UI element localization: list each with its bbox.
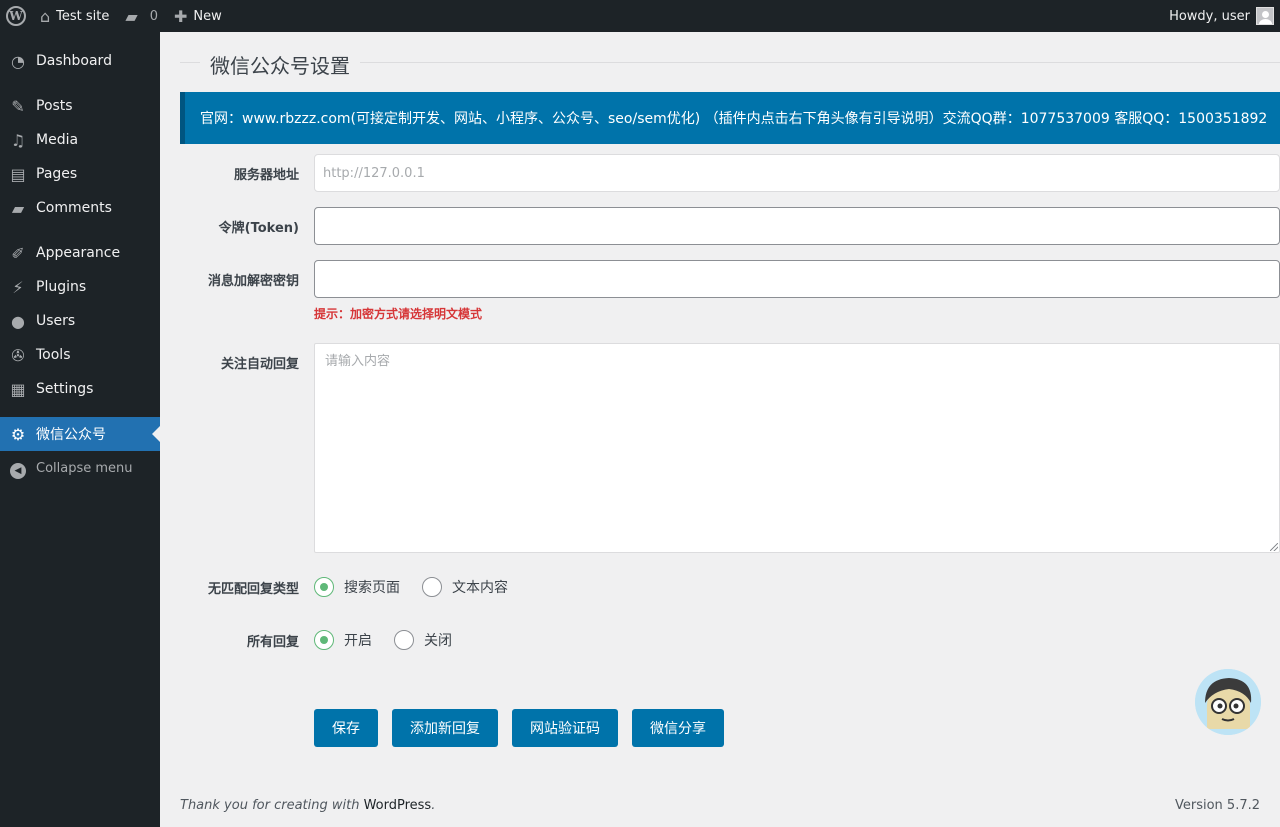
wordpress-logo-button[interactable]: W (0, 0, 32, 32)
collapse-arrow-icon: ◀ (8, 458, 28, 479)
pin-icon: ✎ (11, 96, 25, 116)
sidebar-item-tools[interactable]: ✇ Tools (0, 338, 160, 372)
radio-dot (314, 630, 334, 650)
sidebar-item-plugins[interactable]: ⚡ Plugins (0, 270, 160, 304)
token-label: 令牌(Token) (218, 221, 299, 236)
sidebar-item-label: Comments (36, 200, 112, 216)
radio-dot (422, 577, 442, 597)
sidebar-item-label: Users (36, 313, 76, 329)
sidebar-item-comments[interactable]: ▰ Comments (0, 191, 160, 225)
sidebar-item-label: Plugins (36, 279, 87, 295)
new-label: New (193, 8, 222, 24)
pages-icon: ▤ (10, 164, 26, 184)
footer-version: Version 5.7.2 (1174, 798, 1260, 813)
sidebar-item-appearance[interactable]: ✐ Appearance (0, 236, 160, 270)
plus-icon: ✚ (173, 6, 188, 26)
encryption-hint: 提示：加密方式请选择明文模式 (314, 307, 483, 321)
radio-label: 搜索页面 (344, 580, 400, 596)
brush-icon: ✐ (11, 243, 25, 263)
all-reply-group: 开启 关闭 (314, 630, 474, 650)
footer-period: . (431, 798, 436, 813)
server-address-label: 服务器地址 (233, 168, 299, 183)
comment-icon: ▰ (11, 198, 25, 218)
new-content-link[interactable]: ✚ New (166, 0, 230, 32)
wordpress-link[interactable]: WordPress (364, 798, 432, 813)
user-icon: ● (11, 311, 25, 331)
radio-label: 关闭 (424, 633, 452, 649)
info-notice: 官网：www.rbzzz.com(可接定制开发、网站、小程序、公众号、seo/s… (180, 92, 1280, 144)
aes-key-label: 消息加解密密钥 (207, 274, 299, 289)
comments-link[interactable]: ▰ 0 (117, 0, 166, 32)
sidebar-item-label: Tools (36, 347, 71, 363)
site-name-link[interactable]: ⌂ Test site (32, 0, 117, 32)
helper-avatar-button[interactable] (1195, 669, 1261, 735)
radio-disable[interactable]: 关闭 (394, 630, 452, 650)
wechat-share-button[interactable]: 微信分享 (632, 709, 724, 747)
sidebar-item-label: Dashboard (36, 53, 112, 69)
resize-handle[interactable] (1270, 543, 1278, 551)
comment-bubble-icon: ▰ (125, 6, 138, 26)
sliders-icon: ▦ (10, 379, 26, 399)
sidebar-item-label: Posts (36, 98, 73, 114)
nomatch-reply-type-group: 搜索页面 文本内容 (314, 577, 530, 597)
admin-bar: W ⌂ Test site ▰ 0 ✚ New Howdy, user (0, 0, 1280, 32)
media-icon: ♫ (10, 130, 26, 150)
nomatch-reply-type-label: 无匹配回复类型 (207, 582, 299, 597)
sidebar-item-posts[interactable]: ✎ Posts (0, 89, 160, 123)
sidebar-item-settings[interactable]: ▦ Settings (0, 372, 160, 406)
sidebar-item-label: Settings (36, 381, 94, 397)
radio-text-content[interactable]: 文本内容 (422, 577, 508, 597)
page-title-row: 微信公众号设置 (180, 50, 1280, 79)
user-avatar (1256, 7, 1274, 25)
radio-dot (314, 577, 334, 597)
main-content: 微信公众号设置 官网：www.rbzzz.com(可接定制开发、网站、小程序、公… (160, 32, 1280, 827)
sidebar-item-pages[interactable]: ▤ Pages (0, 157, 160, 191)
page-title: 微信公众号设置 (210, 50, 360, 79)
sidebar-item-dashboard[interactable]: ◔ Dashboard (0, 44, 160, 78)
sidebar-item-label: Media (36, 132, 79, 148)
account-menu[interactable]: Howdy, user (1161, 0, 1280, 32)
plug-icon: ⚡ (12, 277, 24, 297)
cartoon-avatar-icon (1195, 669, 1261, 735)
gear-icon: ⚙ (10, 424, 26, 444)
action-buttons: 保存 添加新回复 网站验证码 微信分享 (314, 709, 738, 747)
collapse-menu-button[interactable]: ◀ Collapse menu (0, 451, 160, 485)
site-name-label: Test site (56, 8, 110, 24)
collapse-menu-label: Collapse menu (36, 460, 133, 476)
sidebar-item-wechat[interactable]: ⚙ 微信公众号 (0, 417, 160, 451)
server-address-input[interactable]: http://127.0.0.1 (314, 154, 1280, 192)
dashboard-icon: ◔ (11, 51, 25, 71)
radio-enable[interactable]: 开启 (314, 630, 372, 650)
footer-thanks-text: Thank you for creating with (180, 798, 364, 813)
site-verify-code-button[interactable]: 网站验证码 (512, 709, 618, 747)
sidebar-item-label: Pages (36, 166, 78, 182)
wrench-icon: ✇ (11, 345, 25, 365)
radio-search-page[interactable]: 搜索页面 (314, 577, 400, 597)
token-input[interactable] (314, 207, 1280, 245)
aes-key-input[interactable] (314, 260, 1280, 298)
radio-label: 开启 (344, 633, 372, 649)
auto-reply-label: 关注自动回复 (220, 357, 299, 372)
sidebar-item-media[interactable]: ♫ Media (0, 123, 160, 157)
auto-reply-textarea[interactable]: 请输入内容 (314, 343, 1280, 553)
server-address-value: http://127.0.0.1 (323, 165, 425, 181)
save-button[interactable]: 保存 (314, 709, 378, 747)
comments-count: 0 (149, 8, 158, 24)
radio-label: 文本内容 (452, 580, 508, 596)
admin-sidebar: ◔ Dashboard ✎ Posts ♫ Media ▤ Pages ▰ Co… (0, 32, 160, 827)
sidebar-item-label: Appearance (36, 245, 121, 261)
add-reply-button[interactable]: 添加新回复 (392, 709, 498, 747)
sidebar-item-users[interactable]: ● Users (0, 304, 160, 338)
footer-thanks: Thank you for creating with WordPress. (180, 798, 435, 813)
sidebar-item-label: 微信公众号 (36, 427, 106, 443)
greeting-text: Howdy, user (1169, 8, 1250, 24)
home-icon: ⌂ (40, 6, 51, 26)
radio-dot (394, 630, 414, 650)
auto-reply-placeholder: 请输入内容 (325, 354, 391, 369)
wordpress-logo-icon: W (6, 6, 26, 26)
all-reply-label: 所有回复 (246, 635, 299, 650)
